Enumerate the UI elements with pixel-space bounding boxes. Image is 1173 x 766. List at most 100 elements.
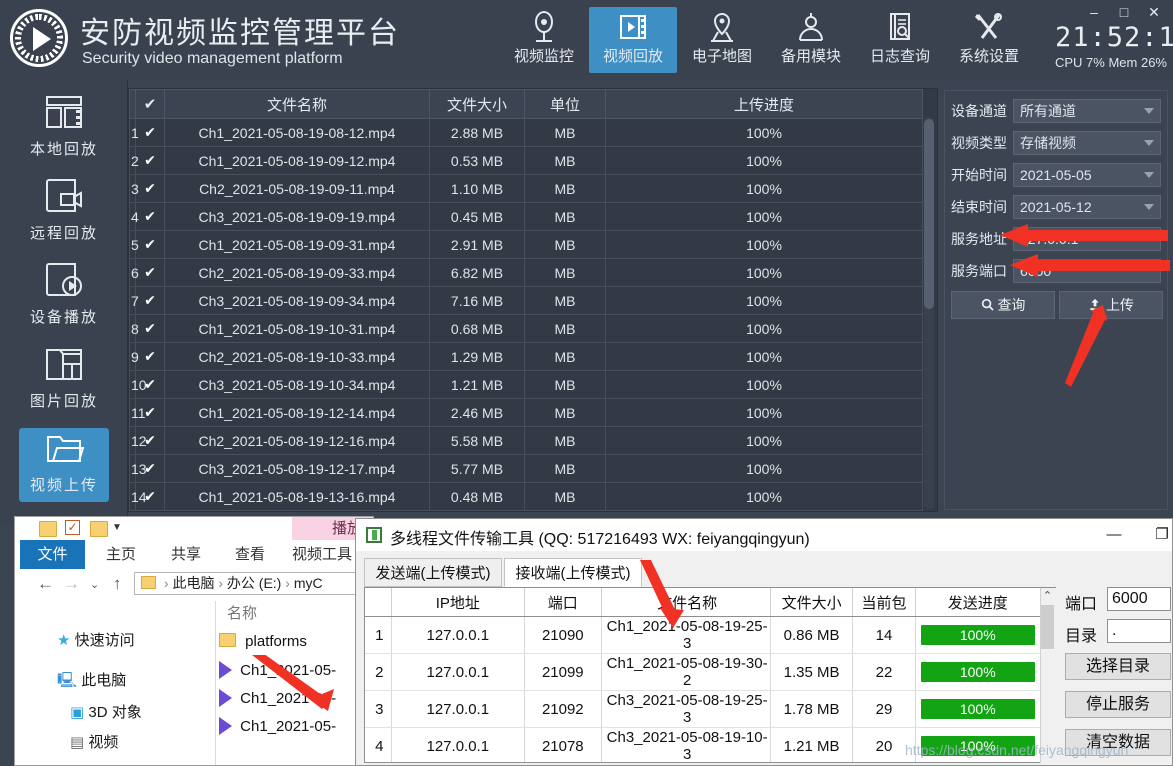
service-address-input[interactable]: 127.0.0.1 — [1013, 227, 1161, 251]
sidebar-item-remote-playback[interactable]: 远程回放 — [19, 176, 109, 250]
address-bar[interactable]: › 此电脑 › 办公 (E:) › myC — [134, 572, 374, 595]
service-port-input[interactable]: 6000 — [1013, 259, 1161, 283]
table-row[interactable]: 11✔Ch1_2021-05-08-19-12-14.mp42.46 MBMB1… — [130, 399, 923, 427]
sidebar-item-video-upload[interactable]: 视频上传 — [19, 428, 109, 502]
tab-file[interactable]: 文件 — [20, 540, 85, 569]
xfer-port-input[interactable]: 6000 — [1107, 587, 1171, 611]
xcol-send-progress[interactable]: 发送进度 — [915, 588, 1040, 617]
breadcrumb-segment[interactable]: myC — [294, 575, 323, 591]
forward-arrow-icon[interactable]: → — [63, 574, 80, 594]
nav-item-video-monitor[interactable]: 视频监控 — [500, 7, 588, 73]
tab-sender-upload-mode[interactable]: 发送端(上传模式) — [364, 558, 502, 587]
checkbox-icon[interactable]: ✓ — [65, 520, 80, 535]
back-arrow-icon[interactable]: ← — [37, 574, 54, 594]
query-button[interactable]: 查询 — [951, 291, 1055, 319]
folder-icon[interactable] — [39, 521, 57, 537]
nav-item-video-playback[interactable]: 视频回放 — [589, 7, 677, 73]
end-time-input[interactable]: 2021-05-12 — [1013, 195, 1161, 219]
minimize-button[interactable]: – — [1085, 4, 1103, 20]
list-item[interactable]: Ch1_2021-05- — [219, 717, 336, 735]
nav-item-log-query[interactable]: 日志查询 — [856, 7, 944, 73]
table-row[interactable]: 10✔Ch3_2021-05-08-19-10-34.mp41.21 MBMB1… — [130, 371, 923, 399]
sidebar-item-local-playback[interactable]: 本地回放 — [19, 92, 109, 166]
sidebar-item-image-playback[interactable]: 图片回放 — [19, 344, 109, 418]
table-row[interactable]: 15✔Ch2_2021-05-08-19-13-17.mp40.82 MBMB1… — [130, 511, 923, 513]
table-row[interactable]: 13✔Ch3_2021-05-08-19-12-17.mp45.77 MBMB1… — [130, 455, 923, 483]
col-select-all[interactable]: ✔ — [136, 90, 165, 119]
xcol-current-package[interactable]: 当前包 — [853, 588, 915, 617]
col-filesize[interactable]: 文件大小 — [430, 90, 525, 119]
row-checkbox[interactable]: ✔ — [136, 147, 165, 175]
row-checkbox[interactable]: ✔ — [136, 343, 165, 371]
chevron-up-icon[interactable]: ⌃ — [1040, 588, 1055, 605]
table-scrollbar-thumb[interactable] — [924, 119, 934, 309]
col-filename[interactable]: 文件名称 — [165, 90, 430, 119]
tree-item-quick-access[interactable]: ★ 快速访问 — [57, 629, 135, 650]
xfer-scrollbar-thumb[interactable] — [1041, 605, 1054, 649]
row-checkbox[interactable]: ✔ — [136, 259, 165, 287]
tab-home[interactable]: 主页 — [90, 540, 152, 569]
table-row[interactable]: 4✔Ch3_2021-05-08-19-09-19.mp40.45 MBMB10… — [130, 203, 923, 231]
row-checkbox[interactable]: ✔ — [136, 203, 165, 231]
close-button[interactable]: ✕ — [1145, 4, 1163, 21]
field-start-time: 开始时间 2021-05-05 — [951, 163, 1163, 187]
row-filename: Ch1_2021-05-08-19-09-31.mp4 — [165, 231, 430, 259]
nav-item-emap[interactable]: 电子地图 — [678, 7, 766, 73]
table-row[interactable]: 7✔Ch3_2021-05-08-19-09-34.mp47.16 MBMB10… — [130, 287, 923, 315]
breadcrumb-segment[interactable]: 办公 (E:) — [227, 575, 281, 591]
col-unit[interactable]: 单位 — [525, 90, 606, 119]
table-row[interactable]: 2✔Ch1_2021-05-08-19-09-12.mp40.53 MBMB10… — [130, 147, 923, 175]
xfer-maximize-button[interactable]: ❐ — [1142, 521, 1173, 549]
table-row[interactable]: 9✔Ch2_2021-05-08-19-10-33.mp41.29 MBMB10… — [130, 343, 923, 371]
xfer-dir-input[interactable]: . — [1107, 619, 1171, 643]
list-item[interactable]: platforms — [219, 633, 307, 650]
xcol-port[interactable]: 端口 — [525, 588, 601, 617]
tab-receiver-upload-mode[interactable]: 接收端(上传模式) — [504, 558, 642, 587]
row-checkbox[interactable]: ✔ — [136, 315, 165, 343]
row-checkbox[interactable]: ✔ — [136, 287, 165, 315]
xcol-filename[interactable]: 文件名称 — [601, 588, 770, 617]
table-row[interactable]: 3127.0.0.121092Ch3_2021-05-08-19-25-31.7… — [365, 691, 1041, 728]
xcol-filesize[interactable]: 文件大小 — [770, 588, 853, 617]
nav-item-system-settings[interactable]: 系统设置 — [945, 7, 1033, 73]
nav-item-spare-module[interactable]: 备用模块 — [767, 7, 855, 73]
select-directory-button[interactable]: 选择目录 — [1065, 653, 1171, 680]
table-row[interactable]: 1✔Ch1_2021-05-08-19-08-12.mp42.88 MBMB10… — [130, 119, 923, 147]
start-time-input[interactable]: 2021-05-05 — [1013, 163, 1161, 187]
table-row[interactable]: 12✔Ch2_2021-05-08-19-12-16.mp45.58 MBMB1… — [130, 427, 923, 455]
tree-item-videos[interactable]: ▤ 视频 — [70, 731, 118, 752]
xfer-minimize-button[interactable]: — — [1094, 521, 1134, 549]
list-column-header-name[interactable]: 名称 — [219, 601, 374, 627]
col-progress[interactable]: 上传进度 — [606, 90, 923, 119]
maximize-button[interactable]: □ — [1115, 4, 1133, 20]
table-row[interactable]: 8✔Ch1_2021-05-08-19-10-31.mp40.68 MBMB10… — [130, 315, 923, 343]
table-row[interactable]: 6✔Ch2_2021-05-08-19-09-33.mp46.82 MBMB10… — [130, 259, 923, 287]
row-checkbox[interactable]: ✔ — [136, 175, 165, 203]
tree-item-3d-objects[interactable]: ▣ 3D 对象 — [70, 701, 142, 722]
chevron-down-icon[interactable]: ▼ — [111, 522, 123, 536]
row-checkbox[interactable]: ✔ — [136, 231, 165, 259]
tab-share[interactable]: 共享 — [155, 540, 217, 569]
sidebar-item-device-play[interactable]: 设备播放 — [19, 260, 109, 334]
row-checkbox[interactable]: ✔ — [136, 511, 165, 513]
list-item[interactable]: Ch1_2021-05- — [219, 661, 336, 679]
breadcrumb-segment[interactable]: 此电脑 — [172, 575, 214, 591]
xcol-ip[interactable]: IP地址 — [391, 588, 525, 617]
table-row[interactable]: 14✔Ch1_2021-05-08-19-13-16.mp40.48 MBMB1… — [130, 483, 923, 511]
upload-button[interactable]: 上传 — [1059, 291, 1163, 319]
stop-service-button[interactable]: 停止服务 — [1065, 691, 1171, 718]
tree-item-this-pc[interactable]: 🖳 此电脑 — [57, 669, 126, 695]
row-checkbox[interactable]: ✔ — [136, 119, 165, 147]
folder-icon[interactable] — [90, 521, 108, 537]
recent-chevron-icon[interactable]: ⌄ — [90, 578, 99, 591]
field-value: 6000 — [1020, 263, 1051, 279]
video-type-select[interactable]: 存储视频 — [1013, 131, 1161, 155]
tab-view[interactable]: 查看 — [219, 540, 281, 569]
table-row[interactable]: 3✔Ch2_2021-05-08-19-09-11.mp41.10 MBMB10… — [130, 175, 923, 203]
table-row[interactable]: 5✔Ch1_2021-05-08-19-09-31.mp42.91 MBMB10… — [130, 231, 923, 259]
list-item[interactable]: Ch1_2021-05- — [219, 689, 336, 707]
table-row[interactable]: 1127.0.0.121090Ch1_2021-05-08-19-25-30.8… — [365, 617, 1041, 654]
device-channel-select[interactable]: 所有通道 — [1013, 99, 1161, 123]
up-arrow-icon[interactable]: ↑ — [113, 574, 122, 594]
table-row[interactable]: 2127.0.0.121099Ch1_2021-05-08-19-30-21.3… — [365, 654, 1041, 691]
